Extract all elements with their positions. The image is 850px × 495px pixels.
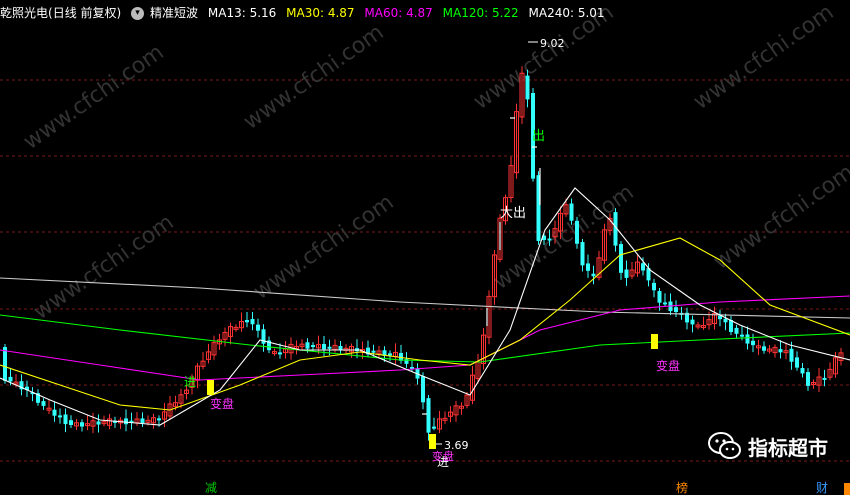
dropdown-icon[interactable]: ▾ xyxy=(131,7,145,20)
candle-body xyxy=(745,334,750,344)
watermark-text: www.cfchi.com xyxy=(249,190,398,305)
stock-name[interactable]: 乾照光电 xyxy=(0,6,48,20)
candle-body xyxy=(663,302,667,305)
ma120-value: MA120: 5.22 xyxy=(442,6,519,20)
candle-body xyxy=(124,418,128,425)
candle-body xyxy=(140,418,145,423)
bottom-label: 减 xyxy=(205,481,217,495)
change-label: 变盘 xyxy=(210,396,234,411)
in-label: 进 xyxy=(184,375,196,389)
ma120-line xyxy=(0,314,850,363)
candle-body xyxy=(250,318,255,325)
watermark-text: www.cfchi.com xyxy=(689,0,838,115)
candle-body xyxy=(525,75,530,100)
candle-body xyxy=(624,269,629,278)
candle-body xyxy=(740,334,744,337)
indicator-name[interactable]: 精准短波 xyxy=(150,6,198,20)
candle-body xyxy=(778,349,783,353)
big-out-label: 大出 xyxy=(500,206,526,221)
candle-body xyxy=(586,263,590,271)
bottom-label: 财 xyxy=(816,481,828,495)
candle-body xyxy=(619,244,623,273)
watermark-text: www.cfchi.com xyxy=(239,20,388,135)
watermark-label: 指标超市 xyxy=(748,435,828,460)
candle-body xyxy=(305,342,310,349)
candle-body xyxy=(41,401,46,406)
candle-body xyxy=(311,345,315,348)
signal-marker xyxy=(429,434,436,449)
candle-body xyxy=(426,398,431,433)
candle-body xyxy=(3,347,7,381)
candle-body xyxy=(388,353,392,356)
candle-body xyxy=(256,324,260,331)
candle-body xyxy=(657,290,662,303)
candle-body xyxy=(734,327,739,334)
candlestick-chart[interactable]: www.cfchi.com www.cfchi.com www.cfchi.com w… xyxy=(0,0,850,495)
candle-body xyxy=(789,348,794,362)
high-price-label: 9.02 xyxy=(540,37,565,50)
ma240-value: MA240: 5.01 xyxy=(528,6,605,20)
candle-body xyxy=(245,320,249,323)
candle-body xyxy=(157,418,161,421)
candle-body xyxy=(52,409,57,416)
candle-body xyxy=(762,346,766,351)
candle-body xyxy=(278,352,282,355)
candle-body xyxy=(371,350,376,353)
candle-body xyxy=(795,357,799,368)
candle-body xyxy=(822,377,827,380)
candle-body xyxy=(569,203,574,221)
candle-body xyxy=(58,415,62,418)
ma30-value: MA30: 4.87 xyxy=(286,6,355,20)
watermark-text: www.cfchi.com xyxy=(19,40,168,155)
wechat-icon xyxy=(708,432,741,459)
candle-body xyxy=(591,273,596,277)
period-label[interactable]: (日线 前复权) xyxy=(48,6,121,20)
candle-body xyxy=(751,340,755,346)
candle-body xyxy=(80,422,84,427)
candle-body xyxy=(432,426,436,429)
ma240-line xyxy=(0,277,850,319)
candle-body xyxy=(421,376,425,403)
watermark-text: www.cfchi.com xyxy=(29,210,178,325)
change-label: 变盘 xyxy=(432,449,454,463)
indicator-bar: 乾照光电(日线 前复权) ▾ 精准短波 MA13: 5.16 MA30: 4.87… xyxy=(0,4,611,22)
ma60-value: MA60: 4.87 xyxy=(364,6,433,20)
bottom-label: 榜 xyxy=(676,480,688,495)
out-label: 出 xyxy=(532,129,545,144)
candle-body xyxy=(322,344,326,350)
candle-body xyxy=(690,319,695,325)
change-label: 变盘 xyxy=(656,358,680,373)
candle-body xyxy=(575,220,579,244)
candle-body xyxy=(652,282,656,291)
ma13-value: MA13: 5.16 xyxy=(207,6,277,20)
brand-watermark: 指标超市 xyxy=(708,428,828,464)
candle-body xyxy=(96,421,101,425)
candle-body xyxy=(800,368,805,374)
watermark-text: www.cfchi.com xyxy=(709,160,850,275)
candle-body xyxy=(641,263,645,271)
candle-body xyxy=(580,242,585,266)
candle-body xyxy=(674,307,678,312)
signal-marker xyxy=(651,334,658,349)
candle-body xyxy=(723,318,728,323)
candle-body xyxy=(547,238,552,241)
candle-body xyxy=(806,372,810,386)
candle-body xyxy=(69,420,73,425)
candle-body xyxy=(8,376,13,382)
signal-marker xyxy=(207,380,214,395)
watermark-text: www.cfchi.com www.cfchi.com www.cfchi.com w… xyxy=(19,0,850,325)
candle-body xyxy=(327,346,332,349)
edge-marker xyxy=(844,483,850,495)
candle-body xyxy=(63,414,68,425)
